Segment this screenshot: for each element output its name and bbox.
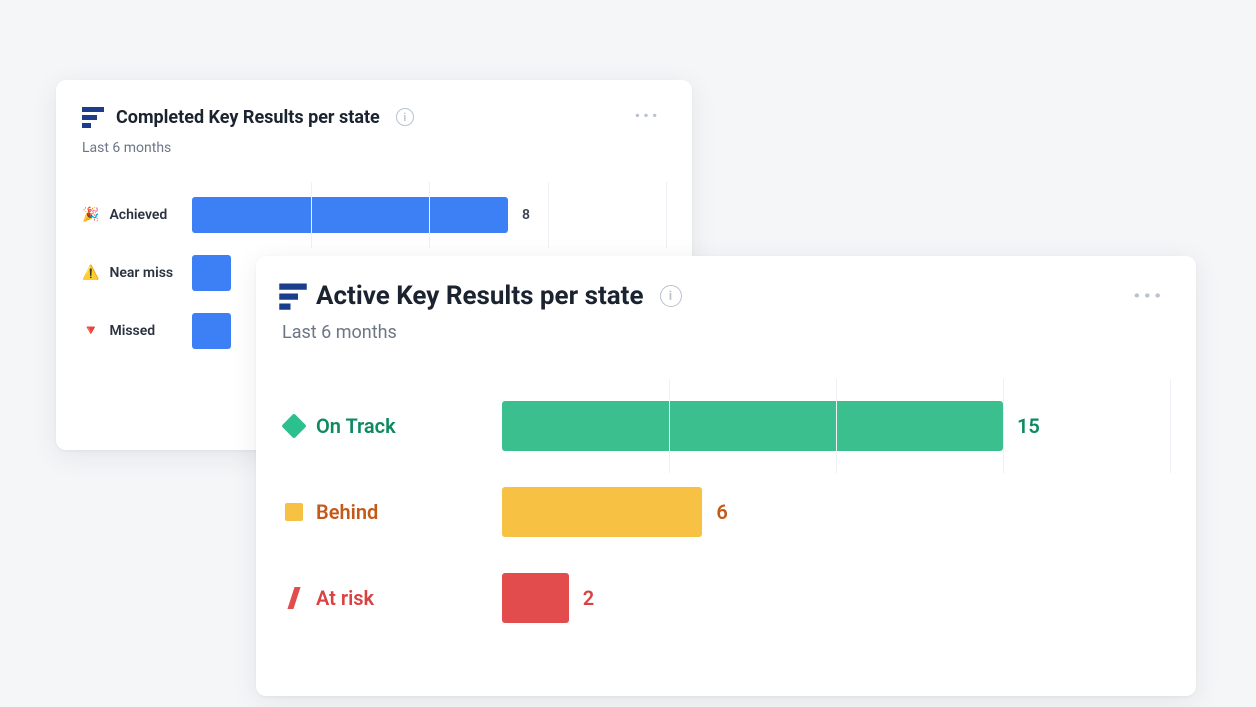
info-icon[interactable]: i [660, 285, 682, 307]
bar-missed [192, 313, 231, 349]
plot-area: 8 [192, 186, 666, 244]
chart-row: Behind 6 [282, 469, 1170, 555]
info-icon[interactable]: i [396, 108, 414, 126]
card-title: Active Key Results per state [316, 281, 644, 311]
value-label: 6 [716, 500, 727, 524]
legend-label: Near miss [109, 265, 173, 281]
chart-active: On Track 15 Behind 6 At risk [282, 383, 1170, 641]
legend-behind: Behind [282, 500, 502, 524]
brand-logo-icon [279, 282, 307, 310]
slash-icon [282, 586, 306, 610]
more-menu-icon[interactable]: ··· [1127, 278, 1170, 314]
value-label: 2 [583, 586, 594, 610]
legend-on-track: On Track [282, 414, 502, 438]
legend-achieved: 🎉 Achieved [82, 207, 192, 223]
chart-row: On Track 15 [282, 383, 1170, 469]
square-icon [282, 500, 306, 524]
red-triangle-down-icon: 🔻 [82, 323, 99, 339]
chart-row: 🎉 Achieved 8 [82, 186, 666, 244]
bar-near-miss [192, 255, 231, 291]
card-active-kr: Active Key Results per state i ··· Last … [256, 256, 1196, 696]
card-subtitle: Last 6 months [82, 140, 666, 156]
more-menu-icon[interactable]: ··· [628, 102, 666, 132]
legend-label: Missed [109, 323, 155, 339]
value-label: 8 [522, 207, 530, 223]
legend-missed: 🔻 Missed [82, 323, 192, 339]
plot-area: 2 [502, 555, 1170, 641]
plot-area: 15 [502, 383, 1170, 469]
party-popper-icon: 🎉 [82, 207, 99, 223]
legend-label: Achieved [109, 207, 167, 223]
diamond-icon [282, 414, 306, 438]
bar-on-track [502, 401, 1003, 451]
card-header: Completed Key Results per state i ··· [82, 102, 666, 132]
legend-label: At risk [316, 586, 374, 610]
plot-area: 6 [502, 469, 1170, 555]
value-label: 15 [1017, 414, 1040, 438]
card-header: Active Key Results per state i ··· [282, 278, 1170, 314]
bar-behind [502, 487, 702, 537]
legend-at-risk: At risk [282, 586, 502, 610]
bar-achieved [192, 197, 508, 233]
brand-logo-icon [82, 106, 104, 128]
chart-row: At risk 2 [282, 555, 1170, 641]
legend-near-miss: ⚠️ Near miss [82, 265, 192, 281]
warning-icon: ⚠️ [82, 265, 99, 281]
card-subtitle: Last 6 months [282, 322, 1170, 343]
legend-label: Behind [316, 500, 378, 524]
legend-label: On Track [316, 414, 396, 438]
card-title: Completed Key Results per state [116, 107, 380, 128]
bar-at-risk [502, 573, 569, 623]
